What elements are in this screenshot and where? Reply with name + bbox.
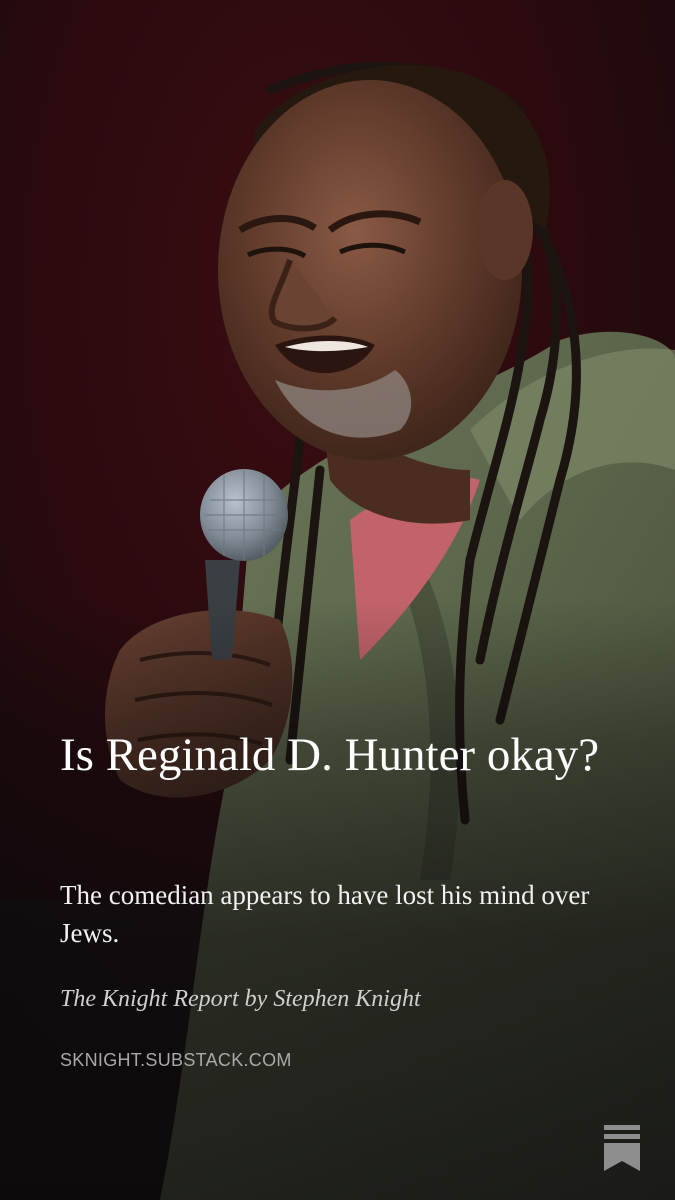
publication-byline: The Knight Report by Stephen Knight (60, 986, 421, 1012)
share-card[interactable]: Is Reginald D. Hunter okay? The comedian… (0, 0, 675, 1200)
post-title: Is Reginald D. Hunter okay? (60, 729, 600, 781)
post-subtitle: The comedian appears to have lost his mi… (60, 880, 590, 948)
substack-bookmark-icon (604, 1125, 640, 1171)
image-gradient-overlay (0, 0, 675, 1200)
publication-domain[interactable]: SKNIGHT.SUBSTACK.COM (60, 1046, 292, 1074)
